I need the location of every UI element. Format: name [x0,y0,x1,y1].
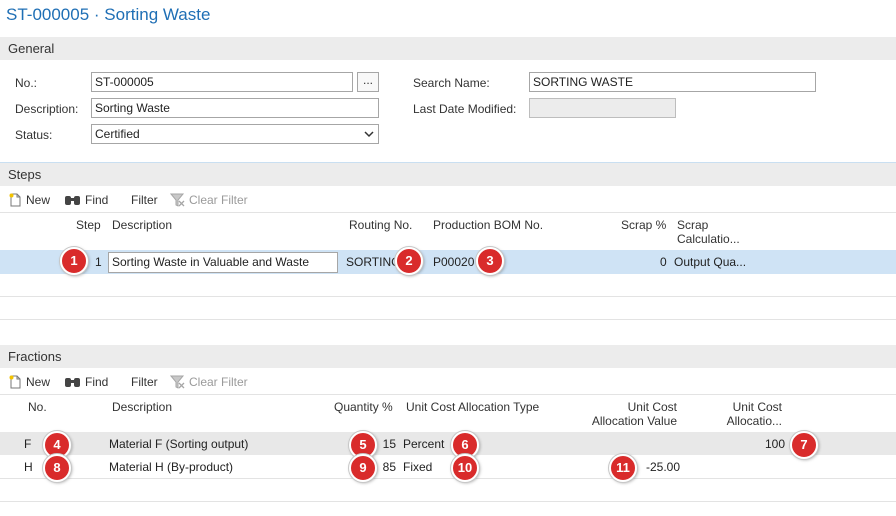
steps-col-routing-no[interactable]: Routing No. [349,218,412,232]
fraction-quantity-pct-cell[interactable]: 15 [376,437,396,451]
fraction-no-cell[interactable]: F [24,437,31,451]
fractions-section-title: Fractions [8,349,62,364]
last-date-modified-label: Last Date Modified: [413,102,517,116]
table-row[interactable]: 1 Sorting Waste in Valuable and Waste SO… [0,250,896,274]
steps-section-header[interactable]: Steps [0,163,896,186]
steps-col-scrap-pct[interactable]: Scrap % [621,218,666,232]
callout-badge: 7 [790,431,818,459]
fractions-col-no[interactable]: No. [28,400,47,414]
fraction-description-cell[interactable]: Material H (By-product) [109,460,233,474]
steps-col-description[interactable]: Description [112,218,172,232]
no-assist-button[interactable]: ... [357,72,379,92]
steps-section-title: Steps [8,167,42,182]
no-field[interactable]: ST-000005 [91,72,353,92]
steps-col-scrap-calculation[interactable]: Scrap Calculatio... [677,218,740,246]
steps-clear-filter-button[interactable]: Clear Filter [170,193,248,207]
fractions-filter-label: Filter [131,375,158,389]
fraction-quantity-pct-cell[interactable]: 85 [376,460,396,474]
fractions-clear-filter-label: Clear Filter [189,375,248,389]
fractions-find-label: Find [85,375,109,389]
fractions-clear-filter-button[interactable]: Clear Filter [170,375,248,389]
fraction-allocation-pct-cell[interactable]: 100 [725,437,785,451]
steps-find-button[interactable]: Find [64,193,108,207]
fractions-new-button[interactable]: New [9,375,50,389]
page-title: ST-000005 · Sorting Waste [6,5,211,24]
callout-badge: 11 [609,454,637,482]
binoculars-icon [64,194,81,207]
last-date-modified-field [529,98,676,118]
table-row[interactable]: F Material F (Sorting output) 15 Percent… [0,432,896,455]
callout-badge: 9 [349,454,377,482]
table-row[interactable]: H Material H (By-product) 85 Fixed -25.0… [0,456,896,478]
clear-filter-icon [170,375,185,389]
clear-filter-icon [170,193,185,207]
step-description-input[interactable]: Sorting Waste in Valuable and Waste [108,252,338,273]
no-label: No.: [15,76,38,90]
steps-new-button[interactable]: New [9,193,50,207]
steps-filter-label: Filter [131,193,158,207]
steps-col-production-bom-no[interactable]: Production BOM No. [433,218,543,232]
steps-row-divider [0,296,896,297]
callout-badge: 10 [451,454,479,482]
fractions-filter-button[interactable]: Filter [131,375,158,389]
fractions-col-allocation-pct[interactable]: Unit Cost Allocatio... [700,400,782,428]
description-label: Description: [15,102,79,116]
fractions-col-allocation-value[interactable]: Unit Cost Allocation Value [560,400,677,428]
status-label: Status: [15,128,53,142]
fraction-allocation-type-cell[interactable]: Fixed [403,460,432,474]
steps-find-label: Find [85,193,109,207]
general-section-title: General [8,41,55,56]
steps-header-divider [0,212,896,213]
fractions-col-description[interactable]: Description [112,400,172,414]
steps-new-label: New [26,193,51,207]
binoculars-icon [64,376,81,389]
fractions-col-allocation-value-line2: Allocation Value [591,414,677,428]
fractions-col-quantity-pct[interactable]: Quantity % [334,400,393,414]
fractions-col-allocation-pct-line1: Unit Cost [732,400,782,414]
steps-col-step[interactable]: Step [76,218,101,232]
fraction-allocation-type-cell[interactable]: Percent [403,437,444,451]
fractions-row-divider [0,478,896,479]
fractions-row-divider [0,501,896,502]
search-name-label: Search Name: [413,76,490,90]
new-icon [9,193,22,207]
fractions-new-label: New [26,375,51,389]
step-no-cell: 1 [95,255,102,269]
steps-row-divider [0,319,896,320]
steps-col-scrap-calculation-line2: Calculatio... [677,232,740,246]
fractions-section-header[interactable]: Fractions [0,345,896,368]
steps-col-scrap-calculation-line1: Scrap [677,218,709,232]
step-scrap-calculation-cell[interactable]: Output Qua... [674,255,746,269]
fractions-header-divider [0,394,896,395]
general-section-header[interactable]: General [0,37,896,60]
fractions-col-allocation-pct-line2: Allocatio... [726,414,782,428]
fractions-col-allocation-type[interactable]: Unit Cost Allocation Type [406,400,539,414]
step-routing-no-cell[interactable]: SORTING [346,255,400,269]
callout-badge: 3 [476,247,504,275]
steps-filter-button[interactable]: Filter [131,193,158,207]
fractions-col-allocation-value-line1: Unit Cost [627,400,677,414]
fractions-find-button[interactable]: Find [64,375,108,389]
callout-badge: 2 [395,247,423,275]
chevron-down-icon [364,127,374,141]
status-value: Certified [95,127,140,141]
fraction-no-cell[interactable]: H [24,460,33,474]
callout-badge: 8 [43,454,71,482]
new-icon [9,375,22,389]
step-production-bom-no-cell[interactable]: P00020 [433,255,474,269]
fraction-description-cell[interactable]: Material F (Sorting output) [109,437,248,451]
status-select[interactable]: Certified [91,124,379,144]
search-name-field[interactable]: SORTING WASTE [529,72,816,92]
description-field[interactable]: Sorting Waste [91,98,379,118]
step-scrap-pct-cell[interactable]: 0 [660,255,667,269]
callout-badge: 1 [60,247,88,275]
steps-clear-filter-label: Clear Filter [189,193,248,207]
